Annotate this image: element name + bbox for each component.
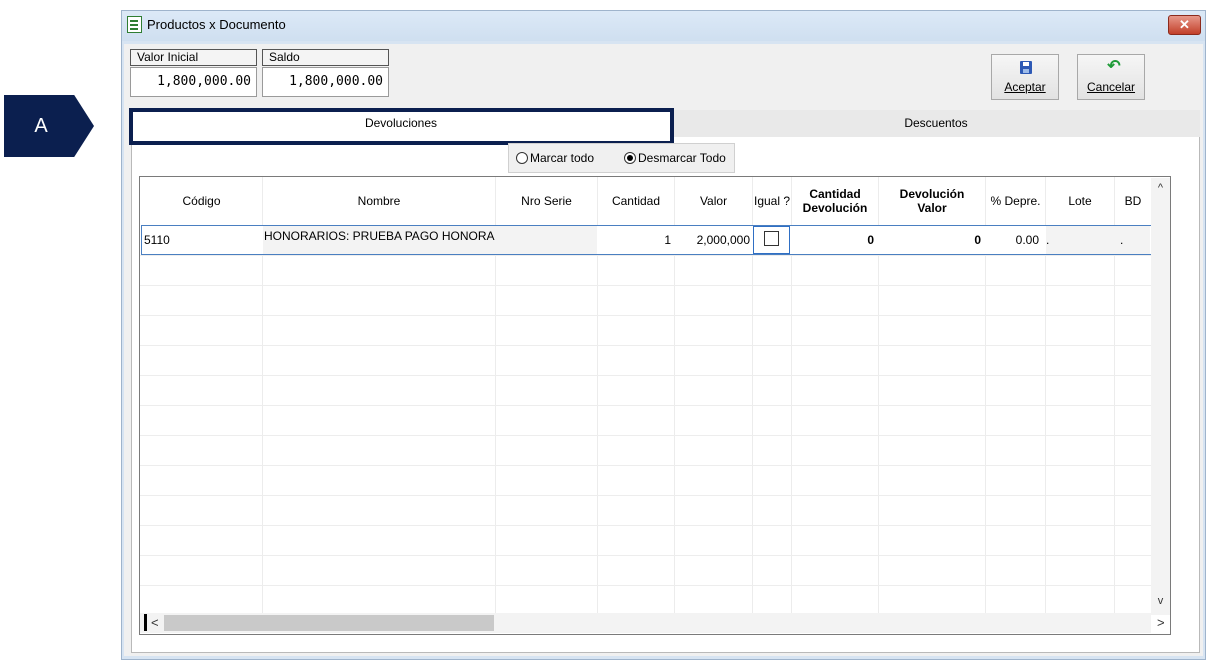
row-indicator-mark xyxy=(144,614,147,631)
radio-checked-icon xyxy=(624,151,636,164)
grid-row-line xyxy=(140,465,1170,466)
horizontal-scroll-thumb[interactable] xyxy=(164,615,494,631)
balance-label: Saldo xyxy=(262,49,389,66)
cancel-button[interactable]: ↶ Cancelar xyxy=(1077,54,1145,100)
column-header-devolucion-valor-line2: Valor xyxy=(917,201,947,215)
column-header-cantidad-devolucion[interactable]: Cantidad Devolución xyxy=(792,177,878,225)
initial-value-field[interactable]: 1,800,000.00 xyxy=(130,67,257,97)
column-header-codigo[interactable]: Código xyxy=(141,177,262,225)
cancel-button-label: Cancelar xyxy=(1086,80,1136,94)
cell-bd[interactable]: . xyxy=(1120,226,1150,254)
column-header-devolucion-valor[interactable]: Devolución Valor xyxy=(879,177,985,225)
annotation-highlight-box xyxy=(129,108,674,145)
column-header-cantidad-devolucion-line2: Devolución xyxy=(802,201,868,215)
grid-row-line xyxy=(140,405,1170,406)
deselect-all-label: Desmarcar Todo xyxy=(638,151,726,165)
tab-descuentos[interactable]: Descuentos xyxy=(671,110,1200,137)
grid-row-line xyxy=(140,255,1170,256)
column-header-lote[interactable]: Lote xyxy=(1046,177,1114,225)
cell-lote[interactable]: . xyxy=(1046,226,1112,254)
igual-checkbox[interactable] xyxy=(764,231,779,246)
scroll-right-icon[interactable]: > xyxy=(1157,615,1165,631)
accept-button-label: Aceptar xyxy=(1004,80,1046,94)
column-header-nro-serie[interactable]: Nro Serie xyxy=(496,177,597,225)
close-button[interactable]: ✕ xyxy=(1168,15,1201,35)
column-header-cantidad[interactable]: Cantidad xyxy=(598,177,674,225)
initial-value-label: Valor Inicial xyxy=(130,49,257,66)
cell-devolucion-valor[interactable]: 0 xyxy=(879,226,981,254)
balance-field[interactable]: 1,800,000.00 xyxy=(262,67,389,97)
deselect-all-radio[interactable]: Desmarcar Todo xyxy=(624,150,726,166)
grid-row-line xyxy=(140,555,1170,556)
grid-row-line xyxy=(140,525,1170,526)
grid-row-line xyxy=(140,285,1170,286)
column-header-devolucion-valor-line1: Devolución xyxy=(899,187,965,201)
undo-icon: ↶ xyxy=(1107,58,1121,75)
column-header-igual[interactable]: Igual ? xyxy=(753,177,791,225)
column-header-depre[interactable]: % Depre. xyxy=(986,177,1045,225)
save-icon xyxy=(1020,61,1032,74)
cell-nro-serie[interactable] xyxy=(497,226,596,254)
grid-row-line xyxy=(140,585,1170,586)
scroll-left-icon[interactable]: < xyxy=(151,615,159,631)
cell-cantidad-devolucion[interactable]: 0 xyxy=(792,226,874,254)
cell-codigo[interactable]: 5110 xyxy=(144,226,260,254)
column-header-cantidad-devolucion-line1: Cantidad xyxy=(809,187,861,201)
cell-cantidad[interactable]: 1 xyxy=(598,226,671,254)
cell-nombre[interactable]: HONORARIOS: PRUEBA PAGO HONORARIOS xyxy=(264,226,495,254)
select-all-label: Marcar todo xyxy=(530,151,595,165)
column-header-bd[interactable]: BD xyxy=(1115,177,1151,225)
spreadsheet-icon xyxy=(127,16,142,33)
grid-row-line xyxy=(140,345,1170,346)
grid-row-line xyxy=(140,315,1170,316)
scroll-down-icon[interactable]: v xyxy=(1151,595,1170,607)
cell-valor[interactable]: 2,000,000 xyxy=(675,226,750,254)
grid-row-line xyxy=(140,435,1170,436)
annotation-label: A xyxy=(34,115,48,137)
accept-button[interactable]: Aceptar xyxy=(991,54,1059,100)
column-header-nombre[interactable]: Nombre xyxy=(263,177,495,225)
cell-depre[interactable]: 0.00 xyxy=(986,226,1039,254)
vertical-scrollbar[interactable]: ^ v xyxy=(1151,178,1170,615)
radio-unchecked-icon xyxy=(516,151,528,164)
window-title: Productos x Documento xyxy=(147,17,286,32)
select-all-radio[interactable]: Marcar todo xyxy=(516,150,594,166)
grid-row-line xyxy=(140,495,1170,496)
grid-row-line xyxy=(140,375,1170,376)
scroll-up-icon[interactable]: ^ xyxy=(1151,182,1170,194)
column-header-valor[interactable]: Valor xyxy=(675,177,752,225)
